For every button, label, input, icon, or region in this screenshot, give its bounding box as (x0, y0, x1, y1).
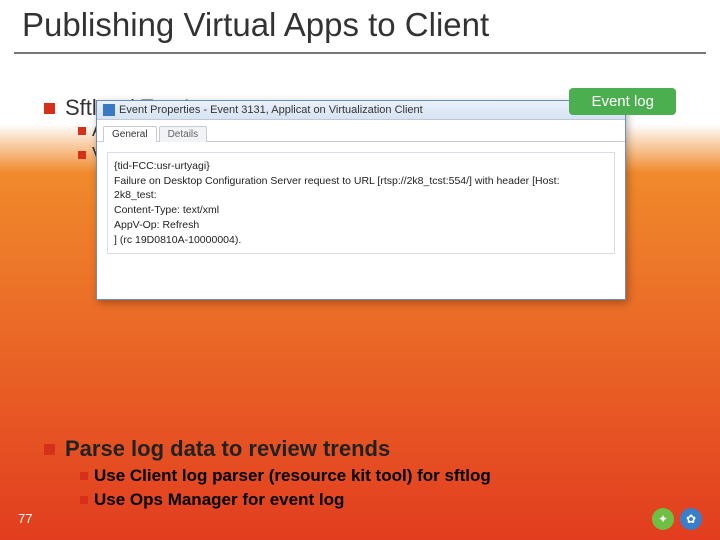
divider (14, 52, 706, 54)
slide: Publishing Virtual Apps to Client Sftlog… (0, 0, 720, 540)
bullet-parse-log: Parse log data to review trends (44, 436, 390, 462)
bullet-icon (78, 127, 86, 135)
page-title: Publishing Virtual Apps to Client (22, 6, 489, 44)
gear-icon: ✿ (680, 508, 702, 530)
log-line: AppV-Op: Refresh (114, 218, 608, 233)
log-line: {tid-FCC:usr-urtyagi} (114, 159, 608, 174)
bullet-icon (80, 472, 88, 480)
sub-text: Use Ops Manager for event log (94, 490, 344, 509)
eventlog-badge: Event log (569, 88, 676, 115)
dialog-icon (103, 104, 115, 116)
bullet-icon (78, 151, 86, 159)
dialog-title-text: Event Properties - Event 3131, Applicat … (119, 104, 423, 116)
log-line: Failure on Desktop Configuration Server … (114, 174, 608, 189)
sub-bullet-client-parser: Use Client log parser (resource kit tool… (80, 466, 491, 486)
dialog-event-properties: Event Properties - Event 3131, Applicat … (96, 100, 626, 300)
bullet-icon (44, 444, 55, 455)
sub-text: Use Client log parser (resource kit tool… (94, 466, 491, 485)
tab-details[interactable]: Details (159, 126, 208, 142)
dialog-titlebar: Event Properties - Event 3131, Applicat … (97, 101, 625, 120)
bullet-icon (44, 103, 55, 114)
dialog-tabs: General Details (97, 120, 625, 142)
dialog-textbox: {tid-FCC:usr-urtyagi} Failure on Desktop… (107, 152, 615, 254)
tab-general[interactable]: General (103, 126, 157, 142)
bullet-icon (80, 496, 88, 504)
dialog-body: {tid-FCC:usr-urtyagi} Failure on Desktop… (97, 142, 625, 264)
log-line: 2k8_test: (114, 188, 608, 203)
sub-bullet-ops-manager: Use Ops Manager for event log (80, 490, 344, 510)
lightbulb-icon: ✦ (652, 508, 674, 530)
log-line: ] (rc 19D0810A-10000004). (114, 233, 608, 248)
icon-stack: ✦ ✿ (652, 508, 702, 530)
bullet-text: Parse log data to review trends (65, 436, 390, 461)
log-line: Content-Type: text/xml (114, 203, 608, 218)
page-number: 77 (18, 511, 32, 526)
